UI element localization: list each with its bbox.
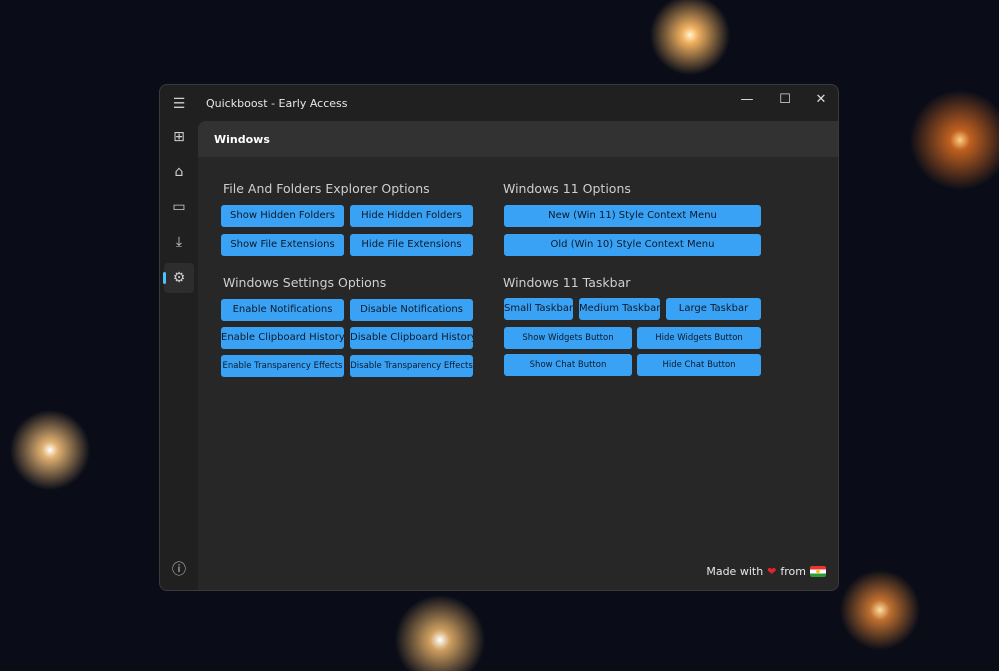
page-title: Windows <box>198 121 838 157</box>
new-context-menu-button[interactable]: New (Win 11) Style Context Menu <box>504 205 761 227</box>
apps-icon[interactable]: ⊞ <box>164 122 194 152</box>
disable-notifications-button[interactable]: Disable Notifications <box>350 299 473 321</box>
enable-clipboard-history-button[interactable]: Enable Clipboard History <box>221 327 344 349</box>
explorer-section-title: File And Folders Explorer Options <box>223 181 430 196</box>
close-button[interactable]: ✕ <box>804 89 838 111</box>
show-file-extensions-button[interactable]: Show File Extensions <box>221 234 344 256</box>
taskbar-section-title: Windows 11 Taskbar <box>503 275 631 290</box>
hide-widgets-button[interactable]: Hide Widgets Button <box>637 327 761 349</box>
hide-chat-button[interactable]: Hide Chat Button <box>637 354 761 376</box>
win11-section-title: Windows 11 Options <box>503 181 631 196</box>
medium-taskbar-button[interactable]: Medium Taskbar <box>579 298 660 320</box>
drive-icon[interactable]: ▭ <box>164 192 194 222</box>
download-icon[interactable]: ⤓ <box>164 227 194 257</box>
show-widgets-button[interactable]: Show Widgets Button <box>504 327 632 349</box>
enable-transparency-button[interactable]: Enable Transparency Effects <box>221 355 344 377</box>
enable-notifications-button[interactable]: Enable Notifications <box>221 299 344 321</box>
hamburger-menu-icon[interactable]: ☰ <box>164 89 194 119</box>
app-window: ☰ Quickboost - Early Access — ☐ ✕ ⊞ ⌂ ▭ … <box>159 84 839 591</box>
disable-clipboard-history-button[interactable]: Disable Clipboard History <box>350 327 473 349</box>
info-icon[interactable]: ⓘ <box>164 555 194 585</box>
toolbox-icon[interactable]: ⌂ <box>164 157 194 187</box>
show-hidden-folders-button[interactable]: Show Hidden Folders <box>221 205 344 227</box>
windows-settings-icon[interactable]: ⚙ <box>163 263 194 293</box>
from-text: from <box>780 565 806 578</box>
hide-hidden-folders-button[interactable]: Hide Hidden Folders <box>350 205 473 227</box>
minimize-button[interactable]: — <box>730 89 764 111</box>
hide-file-extensions-button[interactable]: Hide File Extensions <box>350 234 473 256</box>
disable-transparency-button[interactable]: Disable Transparency Effects <box>350 355 473 377</box>
window-title: Quickboost - Early Access <box>206 97 348 110</box>
small-taskbar-button[interactable]: Small Taskbar <box>504 298 573 320</box>
content-panel: Windows File And Folders Explorer Option… <box>198 121 838 590</box>
heart-icon: ❤ <box>767 565 777 578</box>
maximize-button[interactable]: ☐ <box>768 89 802 111</box>
made-with-text: Made with <box>706 565 764 578</box>
settings-section-title: Windows Settings Options <box>223 275 387 290</box>
large-taskbar-button[interactable]: Large Taskbar <box>666 298 761 320</box>
old-context-menu-button[interactable]: Old (Win 10) Style Context Menu <box>504 234 761 256</box>
show-chat-button[interactable]: Show Chat Button <box>504 354 632 376</box>
footer-credit: Made with ❤ from <box>706 565 826 578</box>
kurdistan-flag-icon <box>810 566 826 577</box>
